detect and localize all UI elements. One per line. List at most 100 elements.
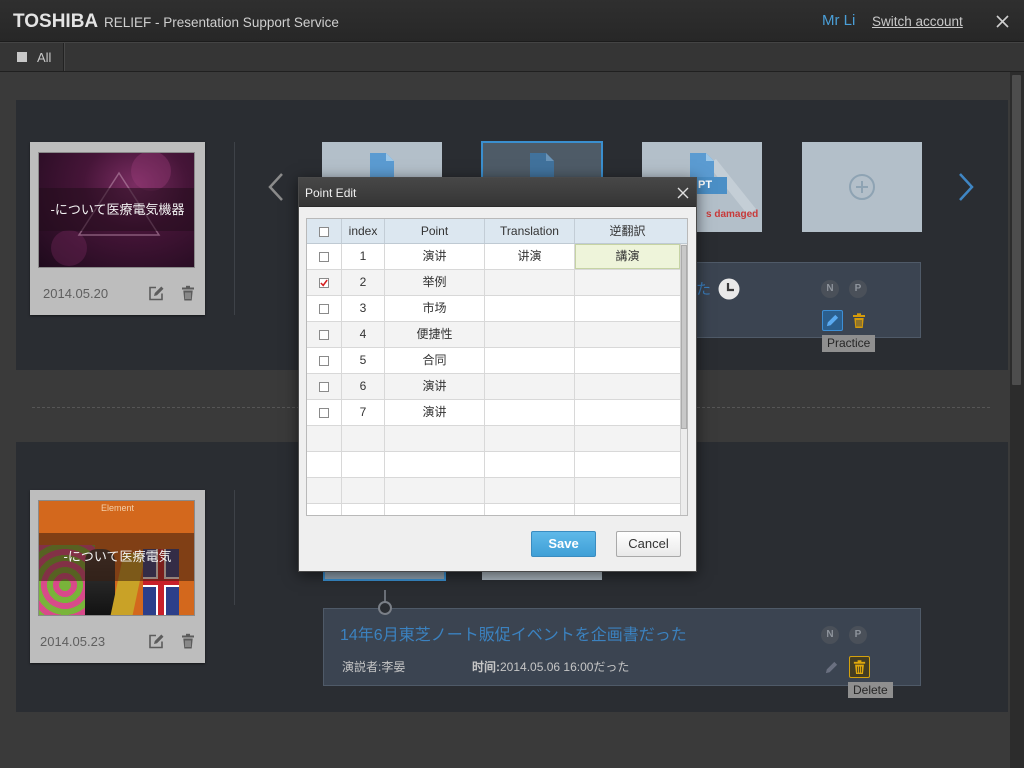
point-cell[interactable]: 市场: [385, 296, 485, 321]
panel-divider: [234, 142, 235, 315]
point-cell[interactable]: 演讲: [385, 400, 485, 425]
back-translation-cell[interactable]: [575, 374, 680, 399]
column-header-back-translation[interactable]: 逆翻訳: [575, 219, 680, 243]
translation-cell[interactable]: [485, 296, 575, 321]
column-header-index[interactable]: index: [342, 219, 385, 243]
chevron-right-icon[interactable]: [958, 173, 974, 201]
user-name[interactable]: Mr Li: [822, 12, 855, 30]
translation-cell[interactable]: [485, 348, 575, 373]
back-translation-cell: [575, 478, 680, 503]
pencil-icon: [826, 314, 839, 327]
row-checkbox[interactable]: [319, 304, 329, 314]
point-cell[interactable]: 合同: [385, 348, 485, 373]
table-row[interactable]: 4 便捷性: [307, 322, 680, 348]
badge-n[interactable]: N: [821, 280, 839, 298]
empty-table-row: [307, 478, 680, 504]
row-checkbox[interactable]: [319, 330, 329, 340]
back-translation-cell[interactable]: [575, 270, 680, 295]
table-scrollbar-thumb[interactable]: [681, 245, 687, 429]
timeline-pin[interactable]: [378, 601, 392, 615]
presentation-time: 时间:2014.05.06 16:00だった: [472, 660, 629, 674]
column-header-point[interactable]: Point: [385, 219, 485, 243]
chevron-left-icon[interactable]: [268, 173, 284, 201]
point-cell[interactable]: 演讲: [385, 374, 485, 399]
translation-cell[interactable]: 讲演: [485, 244, 575, 269]
practice-button[interactable]: [822, 310, 843, 331]
trash-icon[interactable]: [180, 633, 196, 649]
row-checkbox-checked[interactable]: [319, 278, 329, 288]
point-cell[interactable]: 演讲: [385, 244, 485, 269]
file-error-text: s damaged: [706, 209, 759, 220]
row-checkbox[interactable]: [319, 382, 329, 392]
presentation-title[interactable]: 14年6月東芝ノート販促イベントを企画書だった: [340, 626, 687, 645]
table-row[interactable]: 7 演讲: [307, 400, 680, 426]
row-select-cell: [307, 270, 342, 295]
table-row[interactable]: 2 举例: [307, 270, 680, 296]
delete-tooltip: Delete: [848, 682, 893, 698]
close-icon[interactable]: [996, 15, 1009, 28]
empty-table-row: [307, 426, 680, 452]
presentation-date: 2014.05.23: [40, 634, 106, 649]
edit-icon[interactable]: [148, 285, 164, 301]
save-button[interactable]: Save: [531, 531, 596, 557]
presentation-title[interactable]: た: [696, 280, 711, 299]
presentation-card[interactable]: Element -について医療電気 2014.05.23: [30, 490, 205, 663]
cancel-button[interactable]: Cancel: [616, 531, 681, 557]
switch-account-link[interactable]: Switch account: [872, 13, 963, 30]
back-translation-cell[interactable]: [575, 400, 680, 425]
translation-cell[interactable]: [485, 400, 575, 425]
back-translation-cell[interactable]: 講演: [575, 244, 680, 269]
dialog-title: Point Edit: [305, 186, 357, 200]
trash-icon[interactable]: [180, 285, 196, 301]
close-icon[interactable]: [677, 186, 689, 199]
table-row[interactable]: 3 市场: [307, 296, 680, 322]
row-checkbox[interactable]: [319, 356, 329, 366]
filter-toolbar: All: [0, 42, 1024, 72]
table-row[interactable]: 5 合同: [307, 348, 680, 374]
translation-cell[interactable]: [485, 270, 575, 295]
back-translation-cell[interactable]: [575, 296, 680, 321]
trash-icon[interactable]: [851, 312, 867, 329]
page-scrollbar[interactable]: [1010, 72, 1024, 768]
translation-cell[interactable]: [485, 374, 575, 399]
badge-n[interactable]: N: [821, 626, 839, 644]
pencil-icon[interactable]: [824, 660, 839, 675]
empty-table-row: [307, 504, 680, 515]
index-cell: [342, 452, 385, 477]
column-header-translation[interactable]: Translation: [485, 219, 575, 243]
add-slide-button[interactable]: [802, 142, 922, 232]
badge-p[interactable]: P: [849, 280, 867, 298]
point-cell: [385, 426, 485, 451]
delete-button[interactable]: [849, 656, 870, 678]
thumbnail-caption: -について医療電気: [63, 549, 172, 564]
row-checkbox[interactable]: [319, 408, 329, 418]
presentation-thumbnail[interactable]: Element -について医療電気: [38, 500, 195, 616]
select-all-checkbox[interactable]: [319, 227, 329, 237]
translation-cell[interactable]: [485, 322, 575, 347]
dialog-titlebar[interactable]: Point Edit: [299, 178, 696, 207]
trash-icon: [853, 660, 866, 675]
point-cell[interactable]: 举例: [385, 270, 485, 295]
table-scrollbar[interactable]: [680, 244, 687, 515]
back-translation-cell[interactable]: [575, 322, 680, 347]
table-row[interactable]: 1 演讲 讲演 講演: [307, 244, 680, 270]
page-scrollbar-thumb[interactable]: [1012, 75, 1021, 385]
back-translation-cell: [575, 452, 680, 477]
point-cell[interactable]: 便捷性: [385, 322, 485, 347]
row-select-cell: [307, 374, 342, 399]
translation-cell: [485, 478, 575, 503]
badge-p[interactable]: P: [849, 626, 867, 644]
presentation-card[interactable]: -について医療電気機器 2014.05.20: [30, 142, 205, 315]
back-translation-cell[interactable]: [575, 348, 680, 373]
presenter-text: 演説者:李晏: [342, 660, 406, 674]
edit-icon[interactable]: [148, 633, 164, 649]
row-checkbox[interactable]: [319, 252, 329, 262]
presentation-thumbnail[interactable]: -について医療電気機器: [38, 152, 195, 268]
index-cell: 1: [342, 244, 385, 269]
presentation-date: 2014.05.20: [43, 286, 109, 301]
table-row[interactable]: 6 演讲: [307, 374, 680, 400]
tab-all[interactable]: All: [0, 43, 64, 71]
practice-tooltip: Practice: [822, 335, 876, 352]
thumbnail-caption-band: -について医療電気機器: [39, 188, 194, 231]
index-cell: 2: [342, 270, 385, 295]
